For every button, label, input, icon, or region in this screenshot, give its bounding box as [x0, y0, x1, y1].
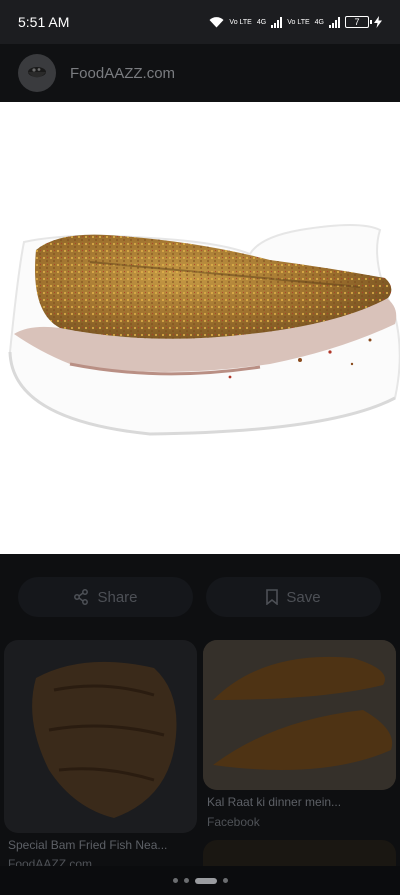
page-dot	[183, 878, 189, 883]
page-dot	[222, 878, 228, 883]
navigation-bar	[0, 866, 400, 895]
signal-icon-1	[271, 16, 283, 28]
fried-fish-thumbnail	[32, 661, 177, 818]
home-indicator[interactable]	[194, 877, 217, 884]
food-bowl-icon	[28, 67, 46, 78]
page-dot	[172, 878, 178, 883]
related-title-1[interactable]: Special Bam Fried Fish Nea...	[8, 838, 167, 852]
related-source-2: Facebook	[207, 815, 260, 829]
wifi-icon	[209, 16, 224, 27]
network-label-3: Vo LTE	[287, 18, 310, 26]
share-label: Share	[97, 588, 138, 606]
related-card-image-1[interactable]	[4, 640, 197, 833]
site-name[interactable]: FoodAAZZ.com	[70, 65, 175, 82]
charging-icon	[374, 16, 382, 28]
site-logo	[18, 54, 56, 92]
save-button[interactable]: Save	[206, 577, 381, 617]
status-icons: Vo LTE 4G Vo LTE 4G 7	[209, 16, 382, 28]
network-label-2: 4G	[256, 18, 267, 26]
status-bar: 5:51 AM Vo LTE 4G Vo LTE 4G 7	[0, 0, 400, 44]
fish-fillets-thumbnail	[203, 640, 396, 790]
network-label-4: 4G	[314, 18, 324, 26]
share-button[interactable]: Share	[18, 577, 193, 617]
status-time: 5:51 AM	[18, 14, 70, 30]
save-label: Save	[286, 588, 321, 606]
related-card-image-2[interactable]	[203, 640, 396, 790]
network-label-1: Vo LTE	[229, 18, 252, 26]
fried-fish-on-plate-image	[8, 224, 400, 436]
source-header[interactable]: FoodAAZZ.com	[0, 44, 400, 102]
related-title-2[interactable]: Kal Raat ki dinner mein...	[207, 795, 341, 809]
signal-icon-2	[329, 16, 340, 28]
share-icon	[74, 589, 89, 605]
main-image[interactable]	[0, 102, 400, 554]
battery-icon: 7	[345, 16, 372, 28]
bookmark-icon	[266, 589, 279, 605]
